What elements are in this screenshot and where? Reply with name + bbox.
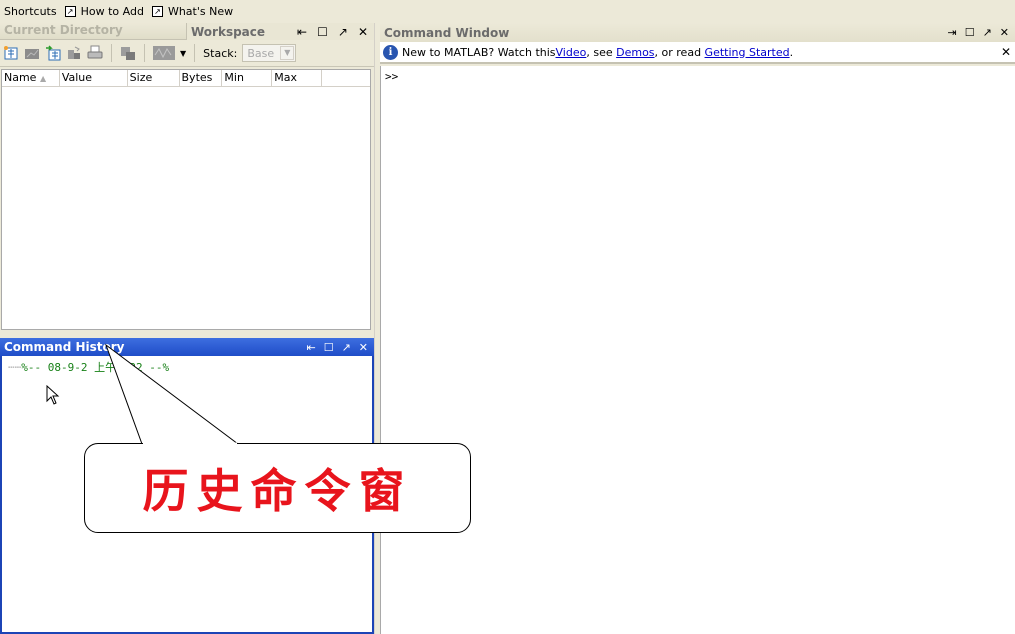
toolbar-separator [144, 44, 145, 62]
info-text: New to MATLAB? Watch this [402, 45, 556, 59]
tree-dots: ┄┄ [8, 361, 22, 374]
info-text: . [789, 45, 794, 59]
command-history-title: Command History [4, 340, 125, 354]
shortcut-how-to-add[interactable]: ↗ How to Add [64, 4, 144, 18]
chevron-down-icon[interactable]: ▼ [280, 46, 295, 60]
new-variable-icon[interactable] [3, 45, 19, 61]
open-selection-icon[interactable] [24, 45, 40, 61]
toolbar-separator [194, 44, 196, 62]
history-session-text: %-- 08-9-2 上午 :22 --% [21, 361, 170, 374]
import-data-icon[interactable] [45, 45, 61, 61]
info-text: , see [586, 45, 617, 59]
stack-label: Stack: [203, 46, 238, 60]
tab-workspace-label: Workspace [191, 24, 266, 39]
column-header-bytes[interactable]: Bytes [180, 70, 223, 86]
column-header-value[interactable]: Value [60, 70, 128, 86]
shortcuts-toolbar: Shortcuts ↗ How to Add ↗ What's New [0, 0, 1015, 22]
popout-icon[interactable]: ↗ [342, 341, 351, 354]
workspace-toolbar: ▼ Stack: Base ▼ [0, 40, 374, 67]
shortcut-whats-new-label: What's New [167, 4, 234, 18]
command-window-pane: Command Window ⇥ ☐ ↗ ✕ i New to MATLAB? … [380, 23, 1015, 634]
shortcut-arrow-icon: ↗ [64, 5, 76, 17]
command-input-area[interactable]: >> [380, 66, 1015, 634]
stack-select[interactable]: Base ▼ [242, 44, 297, 62]
save-icon[interactable] [66, 45, 82, 61]
sort-ascending-icon: ▲ [39, 74, 47, 83]
column-name-label: Name [4, 71, 37, 84]
tab-current-directory[interactable]: Current Directory [0, 23, 186, 40]
close-info-icon[interactable]: ✕ [1001, 45, 1011, 59]
workspace-pane: Current Directory Workspace ⇤ ☐ ↗ ✕ ▼ St… [0, 23, 374, 332]
maximize-icon[interactable]: ☐ [965, 26, 975, 39]
demos-link[interactable]: Demos [616, 46, 654, 59]
command-prompt: >> [385, 70, 399, 83]
shortcut-arrow-icon: ↗ [151, 5, 163, 17]
close-icon[interactable]: ✕ [358, 25, 368, 39]
plot-icon[interactable] [153, 45, 175, 61]
info-text: , or read [654, 45, 705, 59]
mouse-cursor-icon [46, 385, 60, 405]
workspace-variable-table[interactable]: Name ▲ Value Size Bytes Min Max [1, 69, 371, 330]
history-session-line[interactable]: ┄┄%-- 08-9-2 上午 :22 --% [2, 356, 372, 375]
column-header-blank [322, 70, 370, 86]
getting-started-link[interactable]: Getting Started [705, 46, 790, 59]
shortcuts-label[interactable]: Shortcuts [4, 5, 57, 18]
toolbar-separator [111, 44, 112, 62]
command-window-titlebar[interactable]: Command Window ⇥ ☐ ↗ ✕ [380, 23, 1015, 42]
shortcut-how-to-add-label: How to Add [80, 4, 144, 18]
popout-icon[interactable]: ↗ [338, 25, 348, 39]
column-header-max[interactable]: Max [272, 70, 323, 86]
popout-icon[interactable]: ↗ [983, 26, 992, 39]
info-bar: i New to MATLAB? Watch this Video , see … [380, 42, 1015, 64]
info-icon: i [383, 44, 398, 60]
column-header-size[interactable]: Size [128, 70, 180, 86]
print-icon[interactable] [87, 45, 103, 61]
table-header: Name ▲ Value Size Bytes Min Max [2, 70, 370, 87]
close-icon[interactable]: ✕ [1000, 26, 1009, 39]
close-icon[interactable]: ✕ [359, 341, 368, 354]
tab-workspace[interactable]: Workspace ⇤ ☐ ↗ ✕ [186, 23, 374, 40]
video-link[interactable]: Video [556, 46, 587, 59]
callout-text: 历史命令窗 [142, 464, 413, 518]
column-header-name[interactable]: Name ▲ [2, 70, 60, 86]
undock-icon[interactable]: ⇤ [306, 341, 315, 354]
column-header-min[interactable]: Min [222, 70, 273, 86]
stack-value: Base [247, 46, 275, 60]
undock-icon[interactable]: ⇤ [297, 25, 307, 39]
plot-dropdown-icon[interactable]: ▼ [180, 49, 186, 58]
dock-icon[interactable]: ⇥ [947, 26, 956, 39]
annotation-callout: 历史命令窗 [84, 443, 471, 533]
command-history-titlebar[interactable]: Command History ⇤ ☐ ↗ ✕ [0, 338, 374, 356]
command-window-title: Command Window [384, 25, 510, 40]
maximize-icon[interactable]: ☐ [324, 341, 334, 354]
shortcut-whats-new[interactable]: ↗ What's New [151, 4, 234, 18]
delete-icon[interactable] [120, 45, 136, 61]
maximize-icon[interactable]: ☐ [317, 25, 328, 39]
